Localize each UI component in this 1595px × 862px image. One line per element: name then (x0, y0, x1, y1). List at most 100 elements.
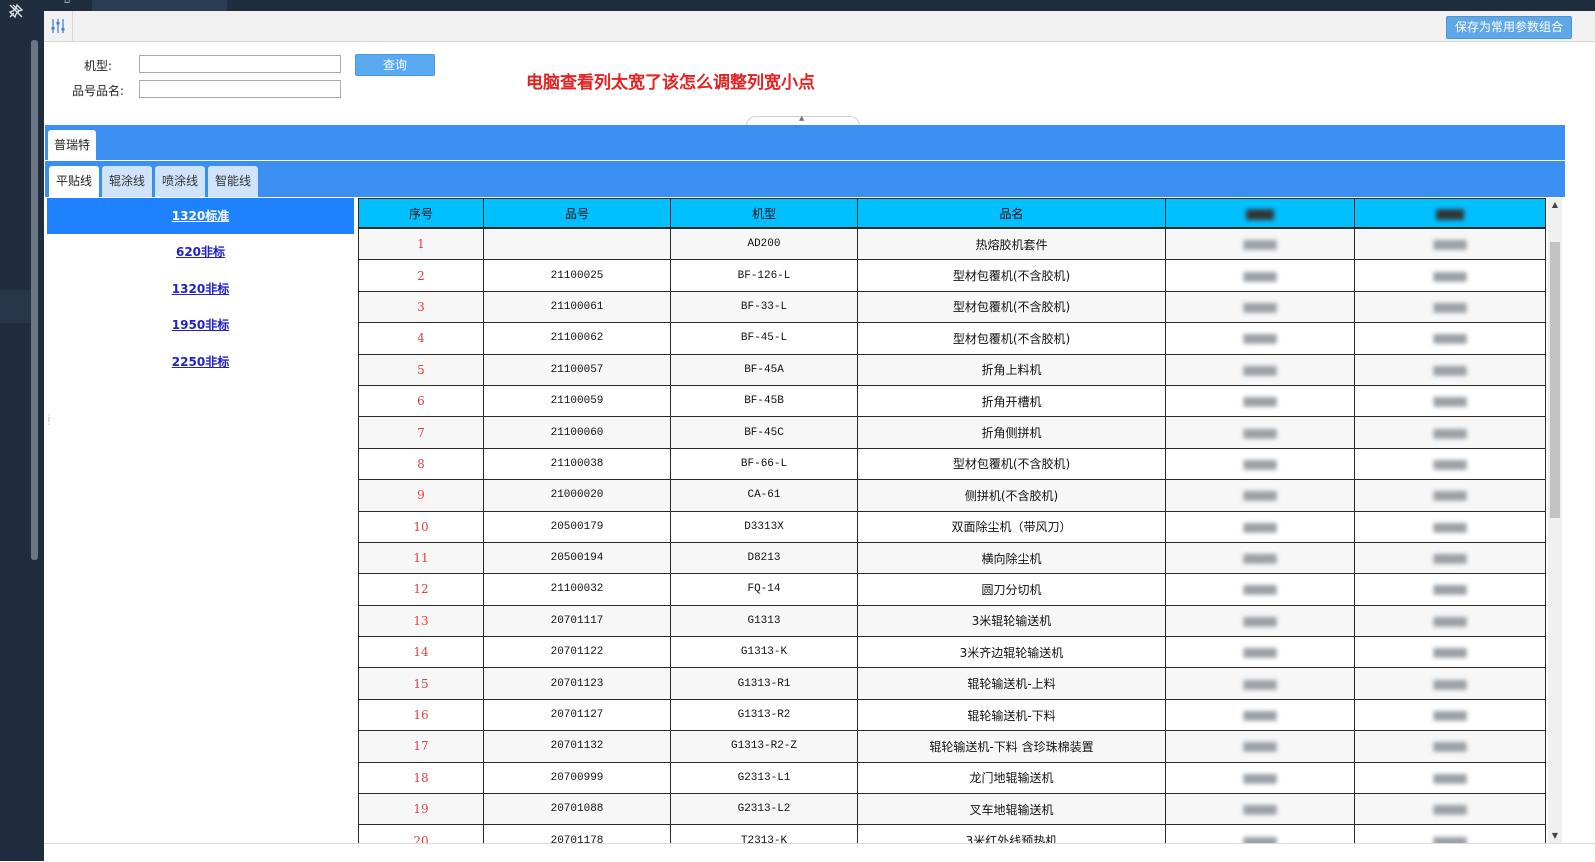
pin-off-icon[interactable] (7, 3, 25, 21)
table-row[interactable]: 8 21100038 BF-66-L 型材包覆机(不含胶机) ▆▆▆▆▆ ▆▆▆▆▆ (358, 447, 1546, 481)
cell-code: 21100057 (483, 353, 671, 386)
filter-settings-icon[interactable] (44, 11, 73, 41)
table-scrollbar[interactable]: ▲ ▼ (1548, 198, 1562, 843)
table-row[interactable]: 4 21100062 BF-45-L 型材包覆机(不含胶机) ▆▆▆▆▆ ▆▆▆▆▆ (358, 322, 1546, 355)
cell-code: 21100061 (483, 290, 671, 324)
cell-name: 双面除尘机（带风刀） (857, 510, 1166, 543)
cell-blurred-value: ▆▆▆▆▆ (1354, 353, 1546, 386)
blurred-value: ▆▆▆▆▆ (1433, 678, 1467, 691)
table-row[interactable]: 2 21100025 BF-126-L 型材包覆机(不含胶机) ▆▆▆▆▆ ▆▆▆▆▆ (358, 259, 1546, 292)
cell-name: 3米辊轮输送机 (857, 604, 1166, 638)
table-row[interactable]: 16 20701127 G1313-R2 辊轮输送机-下料 ▆▆▆▆▆ ▆▆▆▆▆ (358, 698, 1546, 732)
cell-blurred-value: ▆▆▆▆▆ (1165, 227, 1355, 261)
cell-index: 6 (358, 384, 484, 418)
app-sidebar (0, 0, 44, 861)
tab-line-4[interactable]: 智能线 (208, 166, 258, 197)
blurred-value: ▆▆▆▆▆ (1243, 364, 1277, 377)
category-item[interactable]: 1320标准 (47, 198, 354, 235)
cell-index: 10 (358, 510, 484, 543)
cell-blurred-value: ▆▆▆▆▆ (1165, 667, 1355, 700)
cell-index: 9 (358, 479, 484, 512)
notice-text: 电脑查看列太宽了该怎么调整列宽小点 (526, 73, 815, 93)
table-row[interactable]: 1 AD200 热熔胶机套件 ▆▆▆▆▆ ▆▆▆▆▆ (358, 227, 1546, 261)
cell-name: 圆刀分切机 (857, 573, 1166, 606)
cell-blurred-value: ▆▆▆▆▆ (1165, 447, 1355, 481)
cell-blurred-value: ▆▆▆▆▆ (1354, 698, 1546, 732)
table-row[interactable]: 3 21100061 BF-33-L 型材包覆机(不含胶机) ▆▆▆▆▆ ▆▆▆▆▆ (358, 290, 1546, 324)
table-row[interactable]: 17 20701132 G1313-R2-Z 辊轮输送机-下料 含珍珠棉装置 ▆▆▆▆▆… (358, 730, 1546, 763)
scroll-thumb[interactable] (1550, 242, 1560, 518)
top-tab-active[interactable] (92, 0, 227, 11)
cell-model: CA-61 (670, 479, 858, 512)
category-item[interactable]: 2250非标 (47, 344, 354, 380)
cell-name: 辊轮输送机-上料 (857, 667, 1166, 700)
blurred-value: ▆▆▆▆▆ (1433, 647, 1467, 660)
cell-blurred-value: ▆▆▆▆▆ (1165, 604, 1355, 638)
model-input[interactable] (139, 55, 341, 73)
cell-index: 4 (358, 322, 484, 355)
cell-code: 21100025 (483, 259, 671, 292)
header-index[interactable]: 序号 (358, 198, 484, 229)
table-row[interactable]: 9 21000020 CA-61 侧拼机(不含胶机) ▆▆▆▆▆ ▆▆▆▆▆ (358, 479, 1546, 512)
home-icon[interactable]: ⌂ (64, 0, 74, 6)
category-item[interactable]: 620非标 (47, 234, 354, 270)
cell-index: 14 (358, 636, 484, 669)
blurred-value: ▆▆▆▆▆ (1433, 772, 1467, 785)
header-price2-blurred[interactable]: ▆▆▆ (1354, 198, 1546, 229)
cell-code: 20701127 (483, 698, 671, 732)
cell-model: BF-45C (670, 416, 858, 449)
cell-blurred-value: ▆▆▆▆▆ (1165, 761, 1355, 795)
table-row[interactable]: 18 20700999 G2313-L1 龙门地辊输送机 ▆▆▆▆▆ ▆▆▆▆▆ (358, 761, 1546, 795)
query-button[interactable]: 查询 (355, 54, 435, 76)
table-row[interactable]: 10 20500179 D3313X 双面除尘机（带风刀） ▆▆▆▆▆ ▆▆▆▆▆ (358, 510, 1546, 543)
header-model[interactable]: 机型 (670, 198, 858, 229)
scroll-down-icon[interactable]: ▼ (1548, 829, 1562, 843)
sidebar-scrollbar[interactable] (31, 40, 38, 560)
save-params-button[interactable]: 保存为常用参数组合 (1445, 16, 1572, 39)
cell-index: 11 (358, 541, 484, 575)
table-row[interactable]: 12 21100032 FQ-14 圆刀分切机 ▆▆▆▆▆ ▆▆▆▆▆ (358, 573, 1546, 606)
cell-name: 侧拼机(不含胶机) (857, 479, 1166, 512)
table-row[interactable]: 5 21100057 BF-45A 折角上料机 ▆▆▆▆▆ ▆▆▆▆▆ (358, 353, 1546, 386)
table-row[interactable]: 19 20701088 G2313-L2 叉车地辊输送机 ▆▆▆▆▆ ▆▆▆▆▆ (358, 793, 1546, 826)
table-row[interactable]: 15 20701123 G1313-R1 辊轮输送机-上料 ▆▆▆▆▆ ▆▆▆▆▆ (358, 667, 1546, 700)
cell-code: 21100032 (483, 573, 671, 606)
line-tab-bar: 平贴线 辊涂线 喷涂线 智能线 (45, 161, 1565, 197)
cell-index: 19 (358, 793, 484, 826)
cell-model: D3313X (670, 510, 858, 543)
table-row[interactable]: 6 21100059 BF-45B 折角开槽机 ▆▆▆▆▆ ▆▆▆▆▆ (358, 384, 1546, 418)
tab-line-3[interactable]: 喷涂线 (155, 166, 205, 197)
table-row[interactable]: 11 20500194 D8213 横向除尘机 ▆▆▆▆▆ ▆▆▆▆▆ (358, 541, 1546, 575)
name-input[interactable] (139, 80, 341, 98)
cell-blurred-value: ▆▆▆▆▆ (1354, 573, 1546, 606)
cell-name: 辊轮输送机-下料 含珍珠棉装置 (857, 730, 1166, 763)
tab-brand[interactable]: 普瑞特 (48, 130, 96, 160)
blurred-value: ▆▆▆▆▆ (1433, 553, 1467, 566)
tab-line-2[interactable]: 辊涂线 (102, 166, 152, 197)
cell-blurred-value: ▆▆▆▆▆ (1165, 541, 1355, 575)
scroll-up-icon[interactable]: ▲ (1548, 198, 1562, 212)
table-row[interactable]: 7 21100060 BF-45C 折角侧拼机 ▆▆▆▆▆ ▆▆▆▆▆ (358, 416, 1546, 449)
splitter-handle[interactable]: ⋮ ⋮ (45, 414, 53, 430)
cell-index: 8 (358, 447, 484, 481)
category-item[interactable]: 1950非标 (47, 307, 354, 343)
blurred-value: ▆▆▆▆▆ (1243, 584, 1277, 597)
table-row[interactable]: 13 20701117 G1313 3米辊轮输送机 ▆▆▆▆▆ ▆▆▆▆▆ (358, 604, 1546, 638)
model-label: 机型: (84, 59, 113, 73)
blurred-value: ▆▆▆▆▆ (1433, 741, 1467, 754)
table-row[interactable]: 14 20701122 G1313-K 3米齐边辊轮输送机 ▆▆▆▆▆ ▆▆▆▆▆ (358, 636, 1546, 669)
cell-blurred-value: ▆▆▆▆▆ (1165, 290, 1355, 324)
cell-blurred-value: ▆▆▆▆▆ (1354, 636, 1546, 669)
blurred-value: ▆▆▆▆▆ (1433, 804, 1467, 817)
cell-name: 辊轮输送机-下料 (857, 698, 1166, 732)
cell-blurred-value: ▆▆▆▆▆ (1165, 573, 1355, 606)
header-price-blurred[interactable]: ▆▆▆ (1165, 198, 1355, 229)
blurred-value: ▆▆▆▆▆ (1433, 490, 1467, 503)
category-item[interactable]: 1320非标 (47, 271, 354, 307)
header-code[interactable]: 品号 (483, 198, 671, 229)
cell-model: G2313-L2 (670, 793, 858, 826)
cell-model: G2313-L1 (670, 761, 858, 795)
cell-blurred-value: ▆▆▆▆▆ (1165, 730, 1355, 763)
header-name[interactable]: 品名 (857, 198, 1166, 229)
tab-line-1[interactable]: 平贴线 (49, 166, 99, 197)
